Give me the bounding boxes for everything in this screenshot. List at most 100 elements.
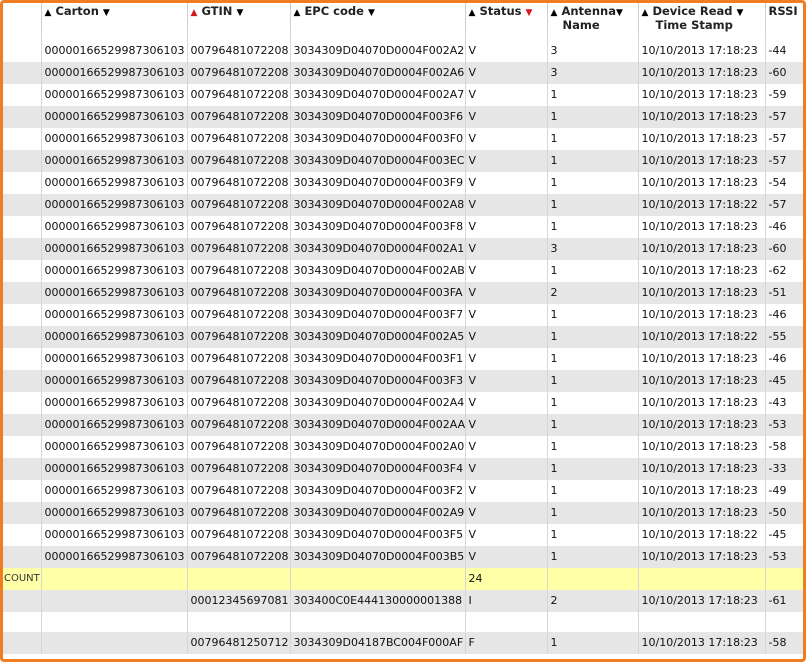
cell-antenna: 1	[547, 150, 639, 172]
table-row[interactable]: 00000166529987306103 00796481072208 303430…	[3, 370, 803, 392]
cell-rssi: -61	[765, 590, 803, 612]
header-device-read[interactable]: ▲ Device Read ▼ Time Stamp	[638, 3, 766, 36]
cell-time	[638, 612, 766, 632]
sort-up-icon[interactable]: ▲	[551, 8, 558, 18]
count-row: COUNT 24	[3, 568, 803, 590]
row-label-cell	[3, 260, 42, 282]
table-row[interactable]: 00000166529987306103 00796481072208 303430…	[3, 348, 803, 370]
table-row[interactable]: 00000166529987306103 00796481072208 303430…	[3, 436, 803, 458]
header-rssi[interactable]: RSSI	[765, 3, 803, 36]
cell-epc	[290, 612, 466, 632]
cell-antenna: 1	[547, 458, 639, 480]
cell-rssi	[765, 568, 803, 590]
table-row[interactable]: 00000166529987306103 00796481072208 303430…	[3, 392, 803, 414]
table-row[interactable]: 00000166529987306103 00796481072208 303430…	[3, 502, 803, 524]
header-status[interactable]: ▲ Status ▼	[465, 3, 548, 36]
header-rssi-label: RSSI	[768, 4, 798, 18]
table-row[interactable]: 00000166529987306103 00796481072208 303430…	[3, 172, 803, 194]
table-row[interactable]: 00000166529987306103 00796481072208 303430…	[3, 326, 803, 348]
table-row[interactable]: 00000166529987306103 00796481072208 303430…	[3, 304, 803, 326]
row-label-cell	[3, 216, 42, 238]
table-row[interactable]: 00000166529987306103 00796481072208 303430…	[3, 458, 803, 480]
row-label-cell	[3, 62, 42, 84]
sort-up-icon[interactable]: ▲	[642, 8, 649, 18]
cell-time: 10/10/2013 17:18:23	[638, 304, 766, 326]
table-row[interactable]: 00000166529987306103 00796481072208 303430…	[3, 62, 803, 84]
table-row[interactable]: 00000166529987306103 00796481072208 303430…	[3, 128, 803, 150]
table-row[interactable]: 00000166529987306103 00796481072208 303430…	[3, 194, 803, 216]
table-body: 00000166529987306103 00796481072208 303430…	[3, 36, 803, 654]
cell-rssi: -59	[765, 84, 803, 106]
table-row[interactable]: 00000166529987306103 00796481072208 303430…	[3, 84, 803, 106]
table-row[interactable]: 00000166529987306103 00796481072208 303430…	[3, 106, 803, 128]
row-label-cell	[3, 524, 42, 546]
table-row[interactable]: 00000166529987306103 00796481072208 303430…	[3, 36, 803, 62]
cell-epc: 3034309D04070D0004F003F5	[290, 524, 466, 546]
header-carton[interactable]: ▲ Carton ▼	[41, 3, 188, 36]
cell-carton	[41, 568, 188, 590]
table-row[interactable]: 00000166529987306103 00796481072208 303430…	[3, 546, 803, 568]
cell-epc: 3034309D04070D0004F003F7	[290, 304, 466, 326]
cell-gtin: 00796481072208	[187, 436, 291, 458]
sort-up-icon[interactable]: ▲	[294, 8, 301, 18]
row-label-cell	[3, 326, 42, 348]
header-carton-label: Carton	[55, 4, 99, 18]
table-row[interactable]: 00012345697081 303400C0E444130000001388 I 2…	[3, 590, 803, 612]
sort-down-icon[interactable]: ▼	[236, 8, 243, 18]
row-label-cell	[3, 348, 42, 370]
sort-down-icon[interactable]: ▼	[103, 8, 110, 18]
cell-status: V	[465, 238, 548, 260]
table-row[interactable]	[3, 612, 803, 632]
cell-epc: 3034309D04070D0004F003F2	[290, 480, 466, 502]
cell-status: V	[465, 502, 548, 524]
table-row[interactable]: 00000166529987306103 00796481072208 303430…	[3, 282, 803, 304]
table-row[interactable]: 00000166529987306103 00796481072208 303430…	[3, 260, 803, 282]
cell-status: V	[465, 524, 548, 546]
cell-rssi: -57	[765, 150, 803, 172]
cell-epc: 3034309D04070D0004F002A8	[290, 194, 466, 216]
cell-epc: 3034309D04070D0004F002A6	[290, 62, 466, 84]
cell-carton: 00000166529987306103	[41, 326, 188, 348]
cell-epc: 3034309D04070D0004F003F1	[290, 348, 466, 370]
table-row[interactable]: 00796481250712 3034309D04187BC004F000AF F 1…	[3, 632, 803, 654]
cell-gtin: 00796481072208	[187, 458, 291, 480]
table-row[interactable]: 00000166529987306103 00796481072208 303430…	[3, 150, 803, 172]
table-row[interactable]: 00000166529987306103 00796481072208 303430…	[3, 480, 803, 502]
cell-gtin: 00796481072208	[187, 106, 291, 128]
row-label-cell	[3, 238, 42, 260]
row-label-cell	[3, 502, 42, 524]
row-label-cell	[3, 128, 42, 150]
cell-epc: 3034309D04187BC004F000AF	[290, 632, 466, 654]
cell-antenna: 1	[547, 502, 639, 524]
cell-carton	[41, 632, 188, 654]
header-epc[interactable]: ▲ EPC code ▼	[290, 3, 466, 36]
sort-down-icon[interactable]: ▼	[737, 8, 744, 18]
row-label-cell	[3, 458, 42, 480]
sort-down-icon[interactable]: ▼	[368, 8, 375, 18]
sort-down-icon[interactable]: ▼	[616, 8, 623, 18]
cell-carton: 00000166529987306103	[41, 150, 188, 172]
cell-rssi: -45	[765, 524, 803, 546]
sort-up-active-icon[interactable]: ▲	[191, 8, 198, 18]
cell-epc: 3034309D04070D0004F002A4	[290, 392, 466, 414]
cell-carton: 00000166529987306103	[41, 524, 188, 546]
cell-antenna: 3	[547, 36, 639, 62]
cell-time: 10/10/2013 17:18:22	[638, 524, 766, 546]
cell-gtin	[187, 568, 291, 590]
cell-time: 10/10/2013 17:18:22	[638, 194, 766, 216]
table-row[interactable]: 00000166529987306103 00796481072208 303430…	[3, 414, 803, 436]
cell-carton: 00000166529987306103	[41, 282, 188, 304]
sort-up-icon[interactable]: ▲	[469, 8, 476, 18]
header-antenna[interactable]: ▲ Antenna▼ Name	[547, 3, 639, 36]
table-row[interactable]: 00000166529987306103 00796481072208 303430…	[3, 216, 803, 238]
cell-time: 10/10/2013 17:18:23	[638, 172, 766, 194]
sort-up-icon[interactable]: ▲	[45, 8, 52, 18]
cell-time: 10/10/2013 17:18:23	[638, 590, 766, 612]
sort-down-active-icon[interactable]: ▼	[526, 8, 533, 18]
table-row[interactable]: 00000166529987306103 00796481072208 303430…	[3, 238, 803, 260]
cell-epc: 303400C0E444130000001388	[290, 590, 466, 612]
cell-carton: 00000166529987306103	[41, 546, 188, 568]
table-row[interactable]: 00000166529987306103 00796481072208 303430…	[3, 524, 803, 546]
header-gtin[interactable]: ▲ GTIN ▼	[187, 3, 291, 36]
cell-gtin: 00796481072208	[187, 326, 291, 348]
